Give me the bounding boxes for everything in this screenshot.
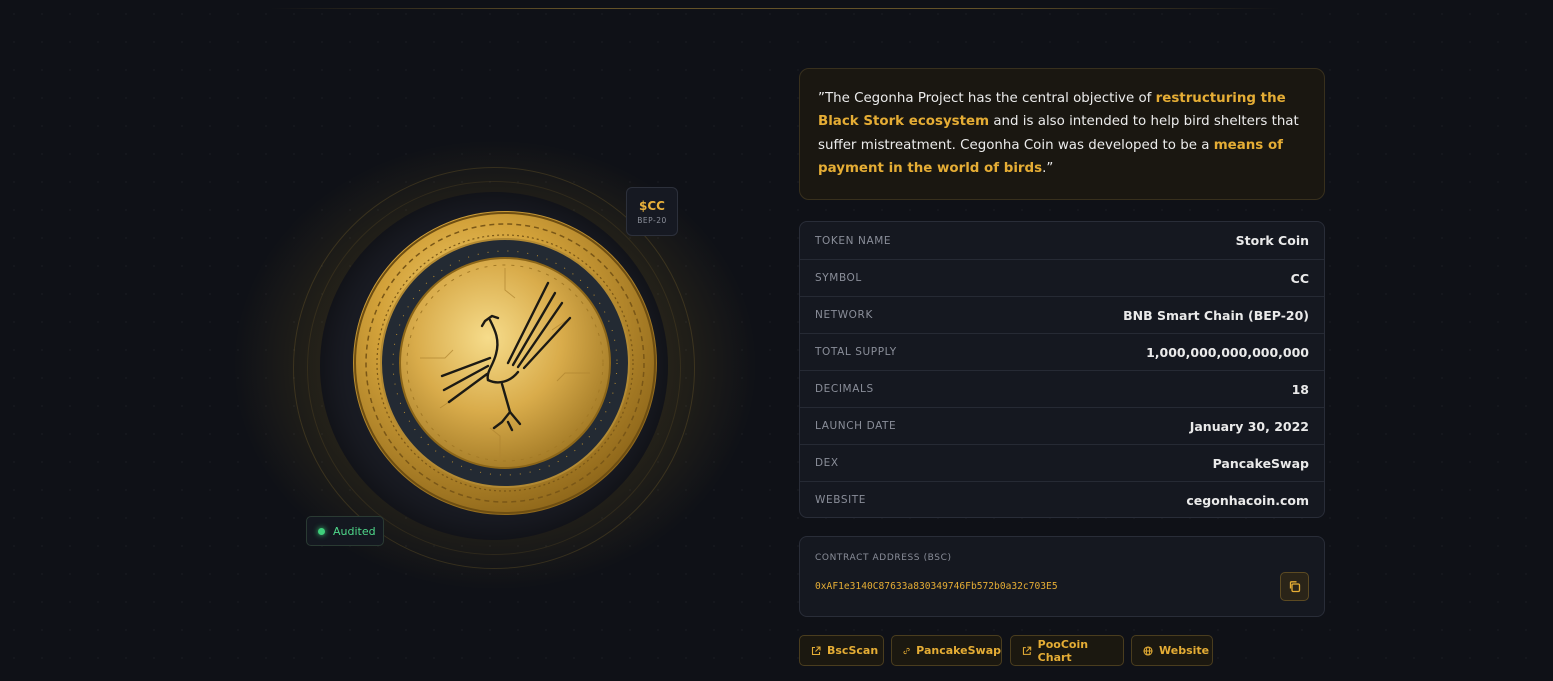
link-label: PooCoin Chart (1037, 637, 1089, 664)
quote-open-mark: ” (818, 91, 825, 106)
bscscan-link-button[interactable]: BscScan (799, 635, 884, 666)
copy-icon (1289, 581, 1301, 593)
row-label: DEX (815, 457, 839, 469)
row-value: PancakeSwap (1212, 455, 1309, 471)
token-symbol-badge: $CC BEP-20 (626, 187, 678, 236)
row-label: SYMBOL (815, 272, 862, 284)
row-value: cegonhacoin.com (1186, 492, 1309, 508)
globe-icon (1143, 645, 1153, 656)
contract-address-label: CONTRACT ADDRESS (BSC) (815, 553, 952, 563)
table-row: DECIMALS 18 (800, 370, 1324, 407)
link-label: PancakeSwap (916, 644, 1001, 657)
table-row: SYMBOL CC (800, 259, 1324, 296)
website-link-button[interactable]: Website (1131, 635, 1213, 666)
row-label: TOKEN NAME (815, 234, 892, 247)
project-quote-card: ”The Cegonha Project has the central obj… (799, 68, 1325, 200)
pancakeswap-link-button[interactable]: PancakeSwap (891, 635, 1002, 666)
row-label: WEBSITE (815, 494, 867, 506)
row-label: NETWORK (815, 309, 873, 321)
contract-address-card: CONTRACT ADDRESS (BSC) 0xAF1e3140C87633a… (799, 536, 1325, 617)
table-row: NETWORK BNB Smart Chain (BEP-20) (800, 296, 1324, 333)
table-row: TOKEN NAME Stork Coin (800, 222, 1324, 259)
link-label: Website (1159, 644, 1210, 657)
table-row: LAUNCH DATE January 30, 2022 (800, 407, 1324, 444)
contract-address-value[interactable]: 0xAF1e3140C87633a830349746Fb572b0a32c703… (815, 581, 1058, 592)
quote-close-mark: .” (1042, 160, 1054, 176)
row-label: LAUNCH DATE (815, 420, 897, 432)
stork-coin-image (353, 211, 657, 515)
audited-badge: Audited (306, 516, 384, 546)
table-row: TOTAL SUPPLY 1,000,000,000,000,000 (800, 333, 1324, 370)
table-row: DEX PancakeSwap (800, 444, 1324, 481)
copy-address-button[interactable] (1280, 572, 1309, 601)
table-row: WEBSITE cegonhacoin.com (800, 481, 1324, 517)
row-value: 18 (1291, 381, 1309, 397)
row-value: BNB Smart Chain (BEP-20) (1123, 307, 1309, 323)
row-value: January 30, 2022 (1189, 418, 1309, 434)
audited-label: Audited (333, 524, 376, 538)
poocoin-chart-link-button[interactable]: PooCoin Chart (1010, 635, 1124, 666)
quote-text-1: The Cegonha Project has the central obje… (824, 91, 1156, 106)
external-link-icon (811, 645, 821, 655)
token-network: BEP-20 (637, 216, 667, 225)
token-info-table: TOKEN NAME Stork Coin SYMBOL CC NETWORK … (799, 221, 1325, 518)
row-value: Stork Coin (1235, 233, 1309, 248)
row-label: TOTAL SUPPLY (815, 346, 897, 358)
link-label: BscScan (827, 644, 879, 657)
row-value: CC (1290, 270, 1309, 286)
row-label: DECIMALS (815, 383, 874, 395)
top-divider (270, 8, 1280, 9)
link-icon (903, 647, 910, 654)
status-dot-icon (318, 527, 325, 535)
row-value: 1,000,000,000,000,000 (1146, 344, 1309, 360)
token-symbol: $CC (639, 199, 665, 213)
external-link-icon (1022, 646, 1032, 655)
